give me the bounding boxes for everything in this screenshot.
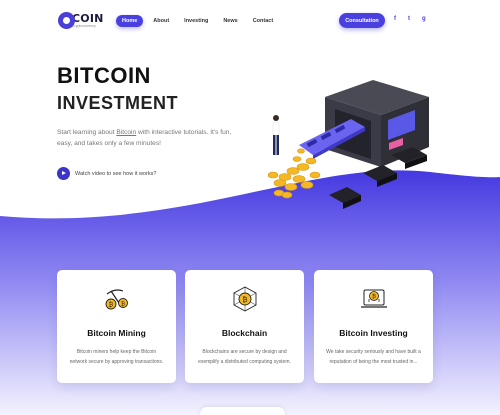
card-text: Blockchains are secure by design and exe… [198, 349, 291, 365]
blockchain-icon: ₿ [233, 286, 257, 312]
consultation-button[interactable]: Consultation [339, 13, 385, 28]
nav-item-news[interactable]: News [223, 18, 237, 24]
watch-video-link[interactable]: Watch video to see how it works? [57, 167, 156, 180]
svg-text:₿: ₿ [372, 293, 376, 300]
card-title: Bitcoin Mining [87, 328, 146, 338]
nav-item-contact[interactable]: Contact [253, 18, 273, 24]
card-title: Blockchain [221, 328, 268, 338]
feature-card-bitcoin-investing[interactable]: ₿ Bitcoin Investing We take security ser… [314, 270, 433, 383]
main-nav: Home About Investing News Contact [116, 15, 288, 27]
watch-video-label: Watch video to see how it works? [75, 170, 157, 177]
card-text: We take security seriously and have buil… [326, 349, 421, 365]
nav-item-home[interactable]: Home [116, 15, 144, 27]
card-title: Bitcoin Investing [339, 328, 408, 338]
hero-illustration [267, 80, 429, 209]
svg-text:₿: ₿ [121, 301, 125, 308]
play-icon[interactable] [57, 167, 70, 180]
bitcoin-mining-icon: ₿ ₿ [105, 289, 128, 310]
person-illustration [272, 115, 280, 155]
bottom-button[interactable] [200, 407, 285, 415]
hero-description: Start learning about Bitcoin with intera… [57, 129, 232, 147]
bitcoin-investing-icon: ₿ [361, 289, 387, 308]
nav-item-investing[interactable]: Investing [184, 18, 208, 24]
hero-subtitle: INVESTMENT [57, 93, 179, 113]
svg-text:₿: ₿ [242, 296, 247, 304]
feature-card-bitcoin-mining[interactable]: ₿ ₿ Bitcoin Mining Bitcoin miners help k… [57, 270, 176, 383]
google-plus-icon[interactable]: g [422, 16, 426, 22]
nav-item-about[interactable]: About [153, 18, 169, 24]
facebook-icon[interactable]: f [394, 16, 396, 22]
brand-name: COIN [72, 11, 104, 25]
hero-title: BITCOIN [57, 63, 151, 88]
brand-tagline: Cryptocurrency [72, 23, 96, 28]
brand-logo[interactable]: COIN Cryptocurrency [58, 12, 104, 29]
logo-icon [58, 12, 75, 29]
twitter-icon[interactable]: t [408, 16, 410, 22]
gold-coins-illustration [267, 148, 321, 199]
card-text: Bitcoin miners help keep the Bitcoin net… [69, 349, 164, 365]
svg-text:₿: ₿ [109, 302, 114, 309]
site-header: COIN Cryptocurrency Home About Investing… [0, 0, 500, 42]
feature-card-blockchain[interactable]: ₿ Blockchain Blockchains are secure by d… [185, 270, 304, 383]
bitcoin-link[interactable]: Bitcoin [116, 129, 136, 136]
